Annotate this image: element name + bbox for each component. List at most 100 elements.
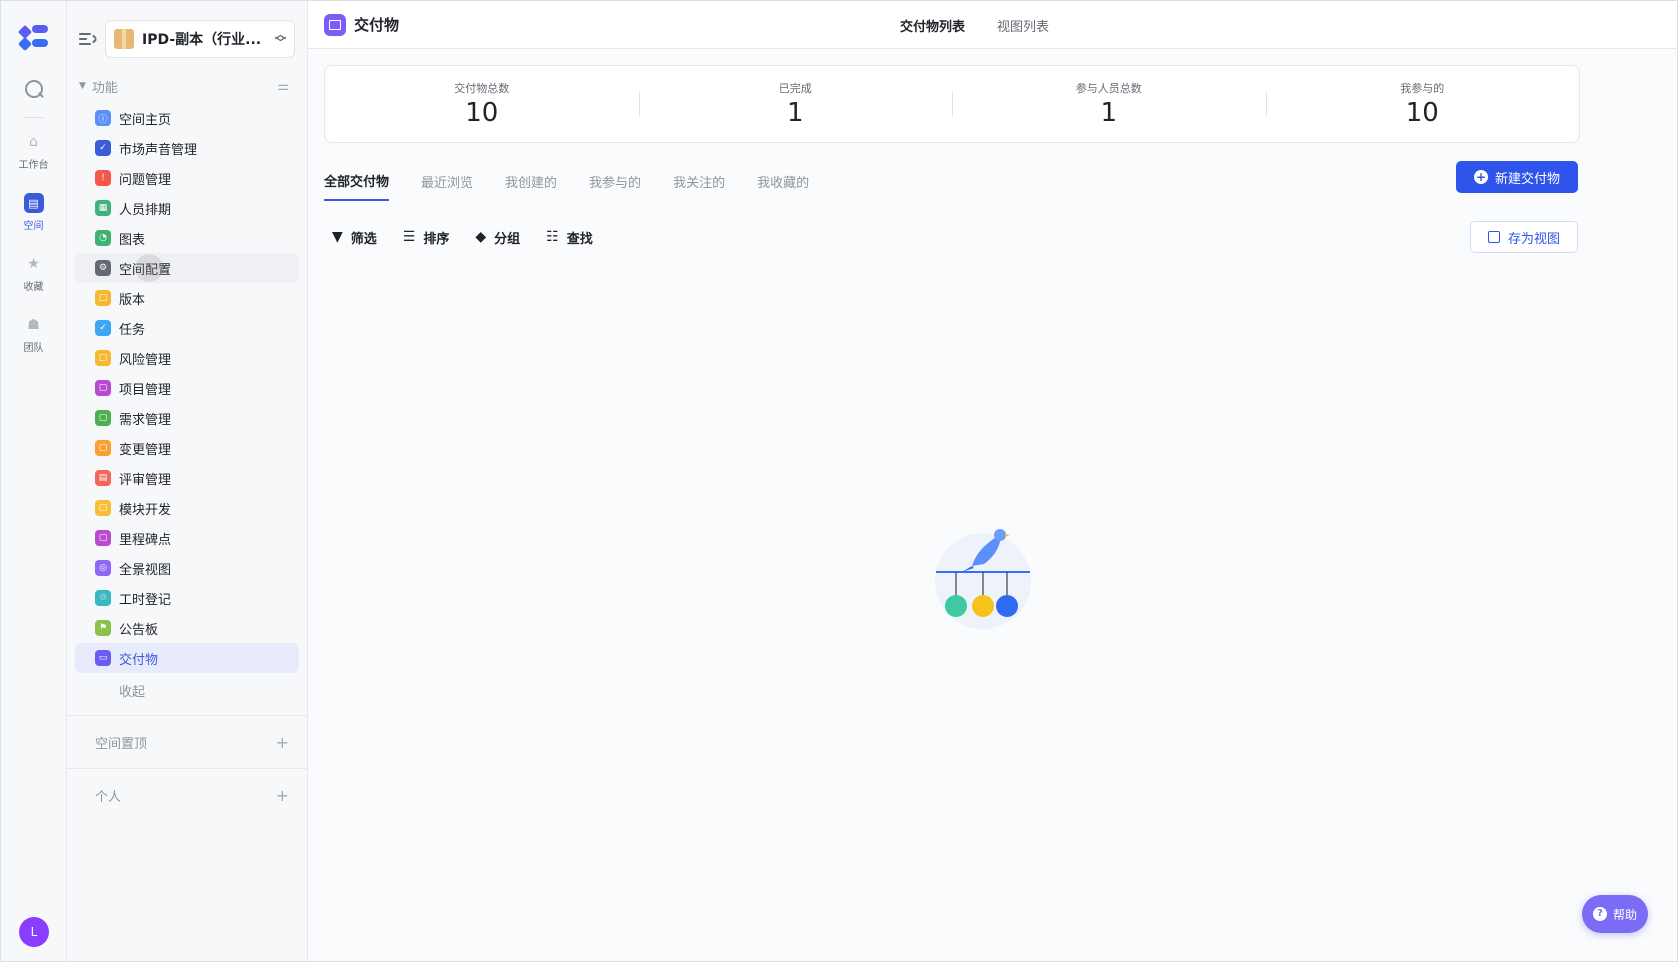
module-icon: ◔ <box>95 230 111 246</box>
sidebar-item-label: 公告板 <box>119 622 159 638</box>
search-icon[interactable] <box>22 77 46 101</box>
avatar[interactable]: L <box>19 917 49 947</box>
tab-favorited[interactable]: 我收藏的 <box>757 161 809 201</box>
rail-item-label: 工作台 <box>18 160 49 171</box>
sidebar-item[interactable]: ⚙ 空间配置 <box>75 253 299 283</box>
sidebar-item[interactable]: ▤ 评审管理 <box>75 463 299 493</box>
sidebar-item-label: 交付物 <box>119 652 159 668</box>
sidebar-item[interactable]: ✓ 市场声音管理 <box>75 133 299 163</box>
group-button[interactable]: ◆ 分组 <box>475 228 520 247</box>
add-icon[interactable]: + <box>276 733 289 752</box>
rail-item-team[interactable]: ☗ 团队 <box>24 315 44 354</box>
save-view-label: 存为视图 <box>1507 231 1560 247</box>
sidebar: IPD-副本（行业... ︿ ﹀ ▼ 功能 ⚌ ⓘ 空间主页 ✓ 市场声音管理 ! 问题管理… <box>67 1 308 961</box>
group-label: 分组 <box>494 231 521 247</box>
sidebar-item-label: 市场声音管理 <box>119 142 198 158</box>
module-icon: ▦ <box>95 200 111 216</box>
team-icon: ☗ <box>27 317 40 333</box>
module-icon: ⚑ <box>95 620 111 636</box>
module-icon: ▭ <box>95 650 111 666</box>
filter-button[interactable]: ▼ 筛选 <box>332 228 377 247</box>
collapse-sidebar-icon[interactable] <box>79 32 97 46</box>
tab-view-list[interactable]: 视图列表 <box>997 16 1049 35</box>
stat-label: 交付物总数 <box>454 82 510 95</box>
sidebar-item[interactable]: ✓ 任务 <box>75 313 299 343</box>
question-icon: ? <box>1592 907 1607 921</box>
stat-participants: 参与人员总数 1 <box>952 66 1266 142</box>
sidebar-item-label: 全景视图 <box>119 562 172 578</box>
tab-all[interactable]: 全部交付物 <box>324 161 390 201</box>
sidebar-item-label: 评审管理 <box>119 472 172 488</box>
tab-deliverable-list[interactable]: 交付物列表 <box>900 16 965 35</box>
space-header: IPD-副本（行业... ︿ ﹀ <box>67 1 307 59</box>
sidebar-item[interactable]: ▢ 风险管理 <box>75 343 299 373</box>
find-button[interactable]: ☷ 查找 <box>546 228 593 247</box>
section-personal[interactable]: 个人 + <box>67 768 307 821</box>
section-functions[interactable]: ▼ 功能 ⚌ <box>67 69 307 103</box>
settings-sliders-icon[interactable]: ⚌ <box>277 79 289 94</box>
view-tabs: 交付物列表 视图列表 <box>900 1 1081 49</box>
rail-item-favorites[interactable]: ★ 收藏 <box>24 254 44 293</box>
plus-circle-icon: + <box>1473 170 1488 184</box>
stat-value: 1 <box>786 98 804 128</box>
section-title: 功能 <box>91 80 118 96</box>
rail-item-workbench[interactable]: ⌂ 工作台 <box>19 132 49 171</box>
module-icon: ⓘ <box>95 110 111 126</box>
tag-icon: ◆ <box>475 229 487 245</box>
top-bar: 交付物 交付物列表 视图列表 <box>308 1 1677 49</box>
app-logo-icon[interactable] <box>17 21 50 53</box>
help-button[interactable]: ? 帮助 <box>1582 895 1648 933</box>
sidebar-item[interactable]: ▢ 项目管理 <box>75 373 299 403</box>
sidebar-item[interactable]: ▢ 版本 <box>75 283 299 313</box>
stat-total: 交付物总数 10 <box>325 66 639 142</box>
stat-label: 我参与的 <box>1400 82 1445 95</box>
new-deliverable-button[interactable]: + 新建交付物 <box>1456 161 1578 193</box>
sidebar-item-label: 图表 <box>119 232 146 248</box>
section-pinned[interactable]: 空间置顶 + <box>67 715 307 768</box>
sidebar-item[interactable]: ◔ 图表 <box>75 223 299 253</box>
sidebar-item[interactable]: ▦ 人员排期 <box>75 193 299 223</box>
sidebar-item-label: 变更管理 <box>119 442 172 458</box>
sidebar-item[interactable]: ▢ 变更管理 <box>75 433 299 463</box>
tab-participated[interactable]: 我参与的 <box>589 161 641 201</box>
stat-value: 10 <box>1405 98 1439 128</box>
sidebar-item[interactable]: ▢ 需求管理 <box>75 403 299 433</box>
module-icon: ✓ <box>95 140 111 156</box>
sidebar-item[interactable]: ♲ 工时登记 <box>75 583 299 613</box>
sidebar-item[interactable]: ▢ 里程碑点 <box>75 523 299 553</box>
list-toolbar: ▼ 筛选 ☰ 排序 ◆ 分组 ☷ 查找 <box>332 223 619 251</box>
tab-created[interactable]: 我创建的 <box>505 161 557 201</box>
save-view-button[interactable]: 存为视图 <box>1470 221 1578 253</box>
sidebar-item[interactable]: ! 问题管理 <box>75 163 299 193</box>
section-pinned-title: 空间置顶 <box>95 736 148 752</box>
section-personal-title: 个人 <box>95 789 122 805</box>
star-icon: ★ <box>27 256 40 272</box>
rail-divider <box>23 117 44 118</box>
sidebar-item[interactable]: ⚑ 公告板 <box>75 613 299 643</box>
sidebar-item[interactable]: ▭ 交付物 <box>75 643 299 673</box>
tab-recent[interactable]: 最近浏览 <box>421 161 473 201</box>
module-icon: ▢ <box>95 380 111 396</box>
save-icon <box>1487 231 1500 243</box>
stat-value: 10 <box>465 98 499 128</box>
sidebar-item[interactable]: ⓘ 空间主页 <box>75 103 299 133</box>
add-icon[interactable]: + <box>276 786 289 805</box>
new-deliverable-label: 新建交付物 <box>1494 171 1560 187</box>
sidebar-item-label: 人员排期 <box>119 202 172 218</box>
function-menu: ⓘ 空间主页 ✓ 市场声音管理 ! 问题管理 ▦ 人员排期 ◔ 图表 ⚙ 空间配置 ▢ 版本 ✓ 任务 ▢ 风险管… <box>67 103 307 673</box>
sidebar-item-label: 空间主页 <box>119 112 172 128</box>
collapse-menu-link[interactable]: 收起 <box>67 673 307 707</box>
sidebar-item[interactable]: ◎ 全景视图 <box>75 553 299 583</box>
rail-item-space[interactable]: ▤ 空间 <box>23 193 44 232</box>
sidebar-item[interactable]: ▢ 模块开发 <box>75 493 299 523</box>
rail-item-label: 收藏 <box>23 282 44 293</box>
empty-state-illustration <box>935 529 1031 629</box>
module-icon: ▢ <box>95 530 111 546</box>
sort-button[interactable]: ☰ 排序 <box>403 228 450 247</box>
space-selector[interactable]: IPD-副本（行业... ︿ ﹀ <box>105 20 295 58</box>
sidebar-item-label: 工时登记 <box>119 592 172 608</box>
sort-label: 排序 <box>423 231 450 247</box>
tab-following[interactable]: 我关注的 <box>673 161 725 201</box>
box-icon <box>114 29 134 49</box>
filter-label: 筛选 <box>350 231 377 247</box>
